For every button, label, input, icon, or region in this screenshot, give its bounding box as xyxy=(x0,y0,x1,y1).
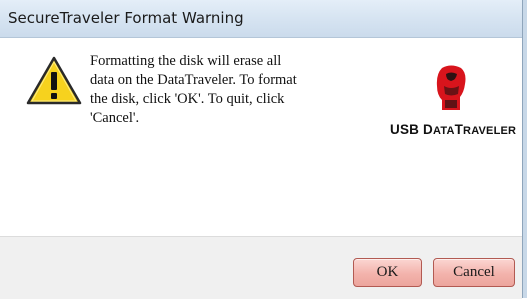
logo-text: USB DATATRAVELER xyxy=(390,122,517,137)
usb-datatraveler-logo: USB DATATRAVELER xyxy=(384,64,522,144)
warning-message: Formatting the disk will erase all data … xyxy=(90,53,297,126)
warning-triangle-icon xyxy=(26,56,82,105)
kingston-head-logo-icon xyxy=(436,65,466,110)
dialog-titlebar: SecureTraveler Format Warning xyxy=(0,0,522,38)
dialog-body: Formatting the disk will erase all data … xyxy=(0,38,522,236)
dialog-title: SecureTraveler Format Warning xyxy=(8,9,244,27)
dialog-footer: OK Cancel xyxy=(0,236,522,299)
cancel-button[interactable]: Cancel xyxy=(433,258,515,287)
window-frame-right xyxy=(522,0,527,298)
ok-button[interactable]: OK xyxy=(353,258,422,287)
